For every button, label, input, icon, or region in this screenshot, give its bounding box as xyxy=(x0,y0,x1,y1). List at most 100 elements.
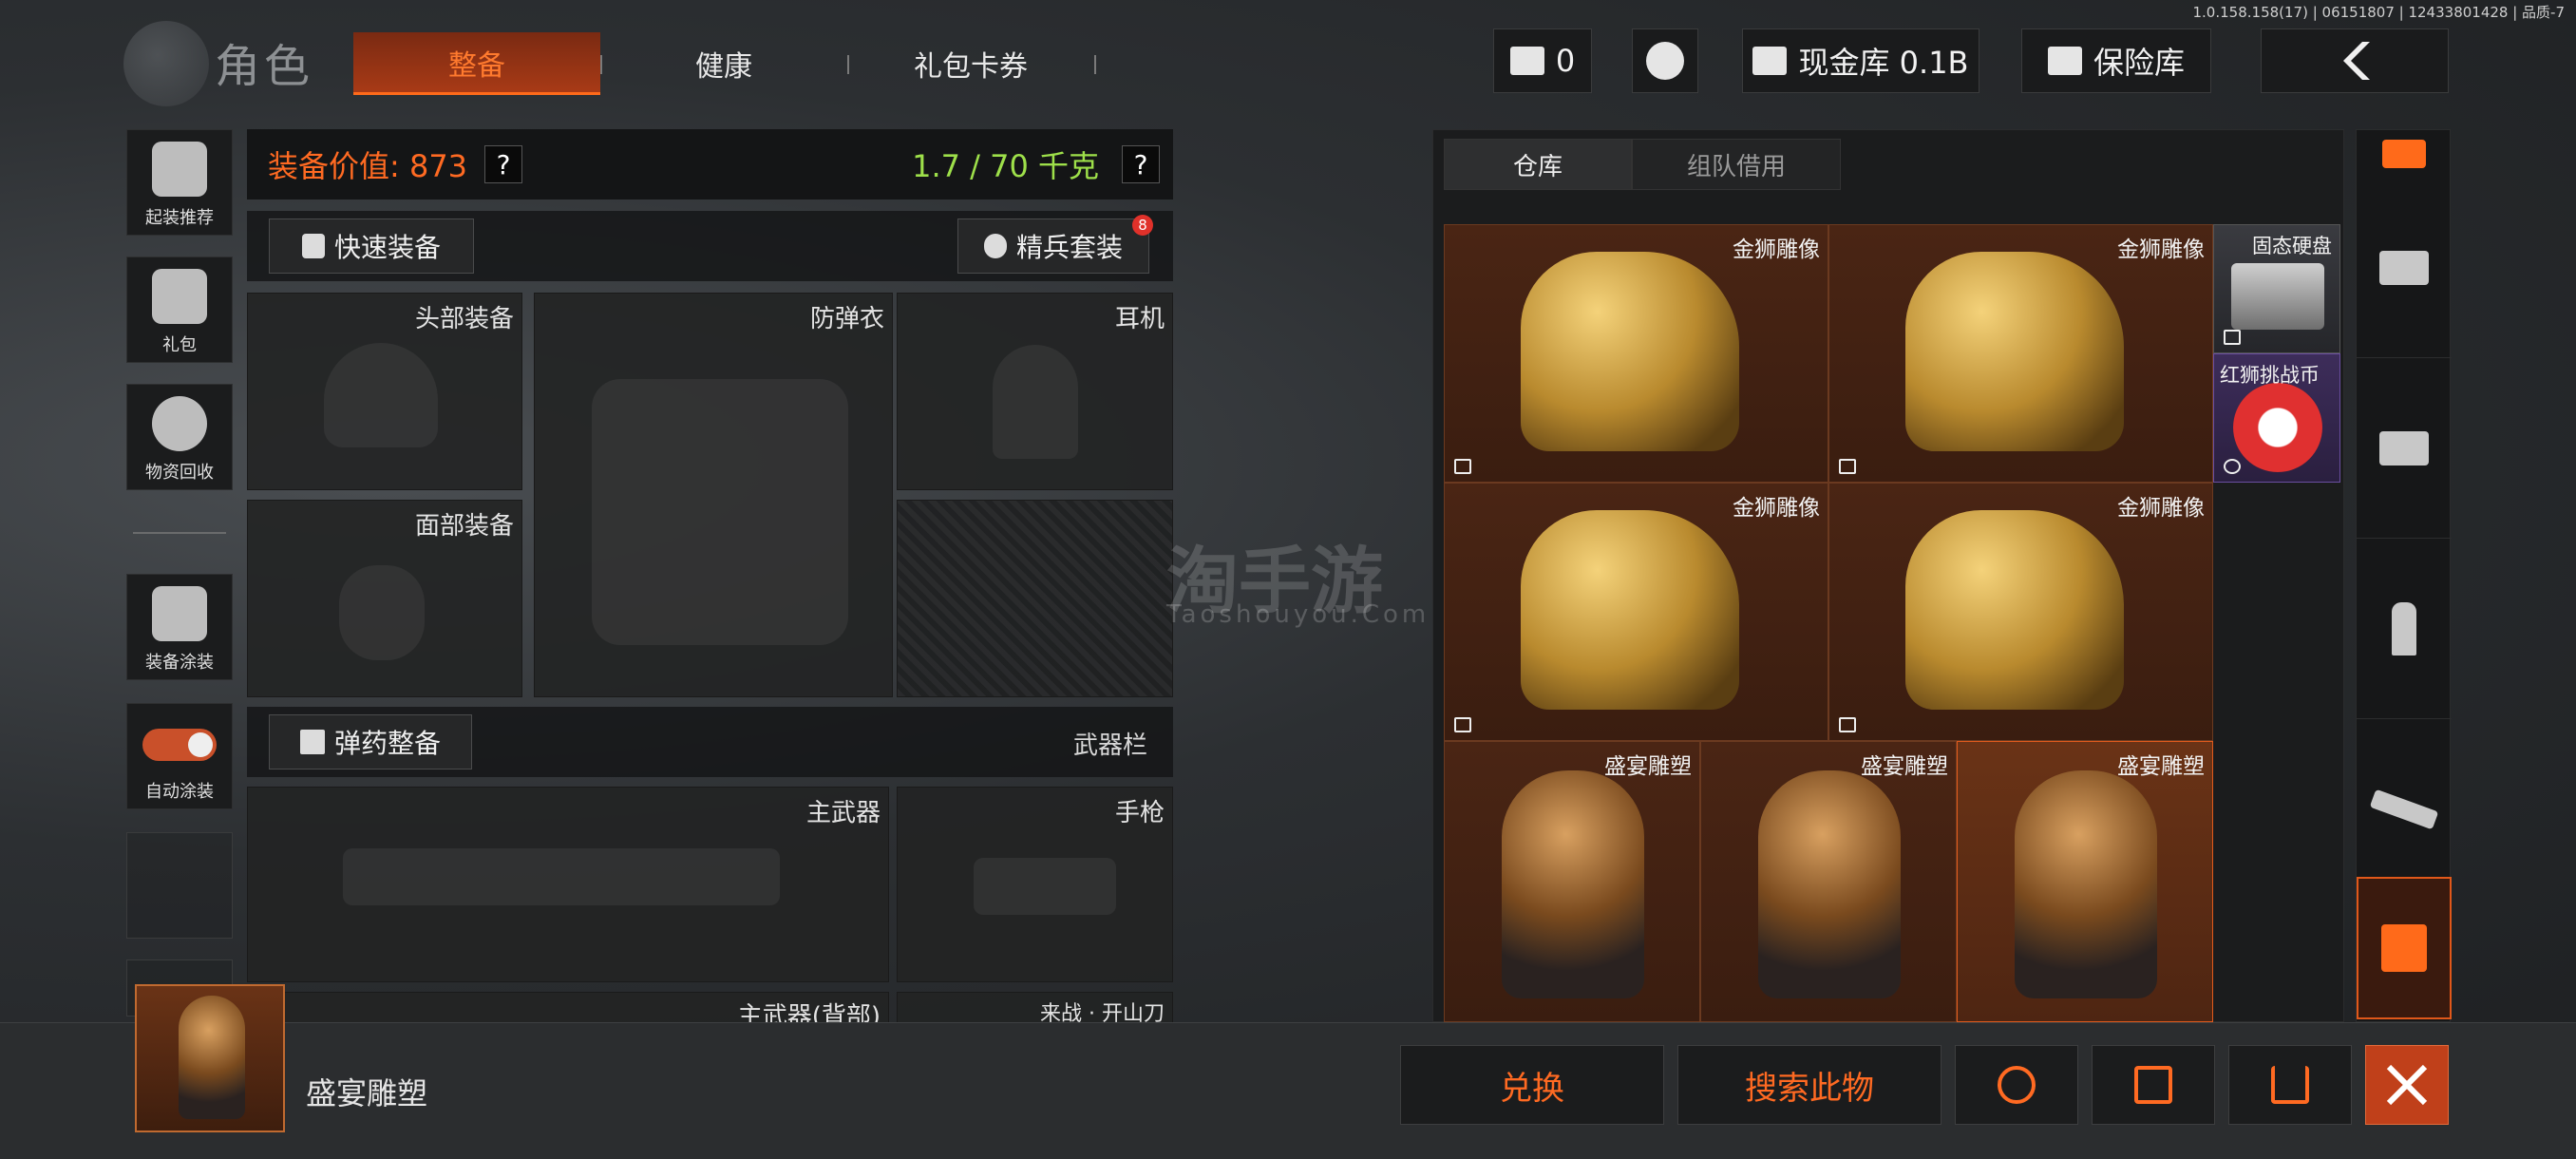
ammo-prep-button[interactable]: 弹药整备 xyxy=(269,714,472,770)
category-container-a[interactable] xyxy=(2357,178,2452,358)
item-label: 固态硬盘 xyxy=(2252,235,2332,257)
coin-icon xyxy=(2233,383,2322,472)
tab-gift-cards[interactable]: 礼包卡券 xyxy=(855,32,1087,95)
slot-headset[interactable]: 耳机 xyxy=(897,293,1173,490)
share-button[interactable] xyxy=(2228,1045,2352,1125)
vest-silhouette xyxy=(592,379,848,645)
slot-armor[interactable]: 防弹衣 xyxy=(534,293,893,697)
carry-weight: 1.7 / 70 千克 xyxy=(912,148,1099,184)
avatar-button[interactable] xyxy=(1632,28,1698,93)
bust-sculpture-icon xyxy=(1758,770,1901,998)
safe-icon xyxy=(2047,47,2082,75)
slot-label: 面部装备 xyxy=(414,512,514,541)
exchange-button[interactable]: 兑换 xyxy=(1400,1045,1664,1125)
value-help-button[interactable]: ? xyxy=(484,145,522,183)
bust-sculpture-icon xyxy=(2015,770,2157,998)
inventory-item-golden-lion[interactable]: 金狮雕像 xyxy=(1828,483,2213,741)
sidebar-item-recycle[interactable]: 物资回收 xyxy=(126,384,233,490)
slot-pistol[interactable]: 手枪 xyxy=(897,787,1173,982)
rifle-icon xyxy=(2369,788,2439,829)
sort-icon xyxy=(2382,140,2426,168)
category-ammo[interactable] xyxy=(2357,539,2452,719)
inventory-item-feast-sculpture[interactable]: 盛宴雕塑 xyxy=(1700,741,1957,1022)
item-label: 金狮雕像 xyxy=(1733,496,1820,521)
auto-paint-toggle[interactable] xyxy=(142,729,217,761)
ammo-icon xyxy=(299,730,325,754)
category-weapons[interactable] xyxy=(2357,719,2452,900)
exit-icon xyxy=(1839,459,1856,474)
helmet-recommend-icon xyxy=(152,142,207,197)
item-label: 盛宴雕塑 xyxy=(1861,754,1948,779)
tab-divider xyxy=(1094,55,1096,74)
back-button[interactable] xyxy=(2261,28,2449,93)
selected-item-thumbnail xyxy=(135,984,285,1132)
slot-label: 主武器 xyxy=(805,799,881,827)
elite-set-button[interactable]: 精兵套装 xyxy=(957,218,1149,274)
sidebar-item-label: 物资回收 xyxy=(145,463,214,483)
watermark-url: Taoshouyou.Com xyxy=(1166,600,1430,629)
slot-label: 防弹衣 xyxy=(809,305,884,333)
cash-vault-button[interactable]: 现金库 0.1B xyxy=(1742,28,1979,93)
tab-team-borrow[interactable]: 组队借用 xyxy=(1632,139,1841,190)
inventory-item-golden-lion[interactable]: 金狮雕像 xyxy=(1444,483,1828,741)
move-to-storage-button[interactable] xyxy=(2092,1045,2215,1125)
elite-set-badge: 8 xyxy=(1132,215,1153,236)
quick-equip-button[interactable]: 快速装备 xyxy=(269,218,474,274)
inventory-item-feast-sculpture[interactable]: 盛宴雕塑 xyxy=(1444,741,1700,1022)
tab-health[interactable]: 健康 xyxy=(608,32,840,95)
tab-warehouse[interactable]: 仓库 xyxy=(1444,139,1632,190)
search-button[interactable] xyxy=(1955,1045,2078,1125)
slot-face[interactable]: 面部装备 xyxy=(247,500,522,697)
tab-equip[interactable]: 整备 xyxy=(353,32,600,95)
slot-head[interactable]: 头部装备 xyxy=(247,293,522,490)
sidebar-item-auto-paint[interactable]: 自动涂装 xyxy=(126,703,233,809)
close-button[interactable] xyxy=(2365,1045,2449,1125)
cash-icon xyxy=(1509,47,1544,75)
vault-icon xyxy=(1752,47,1788,75)
search-item-button[interactable]: 搜索此物 xyxy=(1677,1045,1941,1125)
weight-help-button[interactable]: ? xyxy=(1122,145,1160,183)
gift-icon xyxy=(152,269,207,324)
sidebar-item-gift[interactable]: 礼包 xyxy=(126,256,233,363)
exit-icon xyxy=(1839,717,1856,732)
inventory-item-feast-sculpture-selected[interactable]: 盛宴雕塑 xyxy=(1957,741,2213,1022)
currency-display[interactable]: 0 xyxy=(1493,28,1592,93)
category-container-b[interactable] xyxy=(2357,358,2452,539)
golden-lion-icon xyxy=(1521,510,1739,710)
sidebar-item-recommend[interactable]: 起装推荐 xyxy=(126,129,233,236)
sidebar-item-paint[interactable]: 装备涂装 xyxy=(126,574,233,680)
equipment-value: 装备价值: 873 xyxy=(268,148,468,184)
golden-lion-icon xyxy=(1521,252,1739,451)
golden-lion-icon xyxy=(1905,252,2124,451)
headset-silhouette xyxy=(993,345,1078,459)
inventory-item-ssd[interactable]: 固态硬盘 xyxy=(2213,224,2340,353)
golden-lion-icon xyxy=(1905,510,2124,710)
sidebar-item-label: 起装推荐 xyxy=(145,208,214,228)
item-label: 金狮雕像 xyxy=(2117,238,2205,262)
recycle-icon xyxy=(152,396,207,451)
sidebar-item-label: 装备涂装 xyxy=(145,653,214,673)
mask-silhouette xyxy=(339,565,425,660)
inventory-item-golden-lion[interactable]: 金狮雕像 xyxy=(1828,224,2213,483)
item-label: 盛宴雕塑 xyxy=(2117,754,2205,779)
item-label: 盛宴雕塑 xyxy=(1604,754,1692,779)
insurance-vault-button[interactable]: 保险库 xyxy=(2021,28,2211,93)
shirt-icon xyxy=(301,234,325,258)
ssd-icon xyxy=(2231,263,2324,330)
sidebar-item-label: 礼包 xyxy=(162,335,197,355)
elite-set-label: 精兵套装 xyxy=(1015,232,1123,263)
collectible-box-icon xyxy=(2381,924,2427,972)
selected-item-name: 盛宴雕塑 xyxy=(306,1075,428,1112)
category-bar xyxy=(2356,129,2452,1022)
item-label: 金狮雕像 xyxy=(1733,238,1820,262)
inventory-item-golden-lion[interactable]: 金狮雕像 xyxy=(1444,224,1828,483)
shield-icon xyxy=(983,234,1007,258)
inventory-item-red-lion-coin[interactable]: 红狮挑战币 xyxy=(2213,353,2340,483)
search-icon xyxy=(1998,1066,2036,1104)
sort-button[interactable] xyxy=(2357,130,2452,178)
sidebar-divider xyxy=(133,532,226,534)
slot-primary-weapon[interactable]: 主武器 xyxy=(247,787,889,982)
category-collectibles[interactable] xyxy=(2357,877,2452,1019)
inventory-tabs: 仓库 组队借用 xyxy=(1444,139,1841,190)
page-title: 角色 xyxy=(215,40,314,93)
